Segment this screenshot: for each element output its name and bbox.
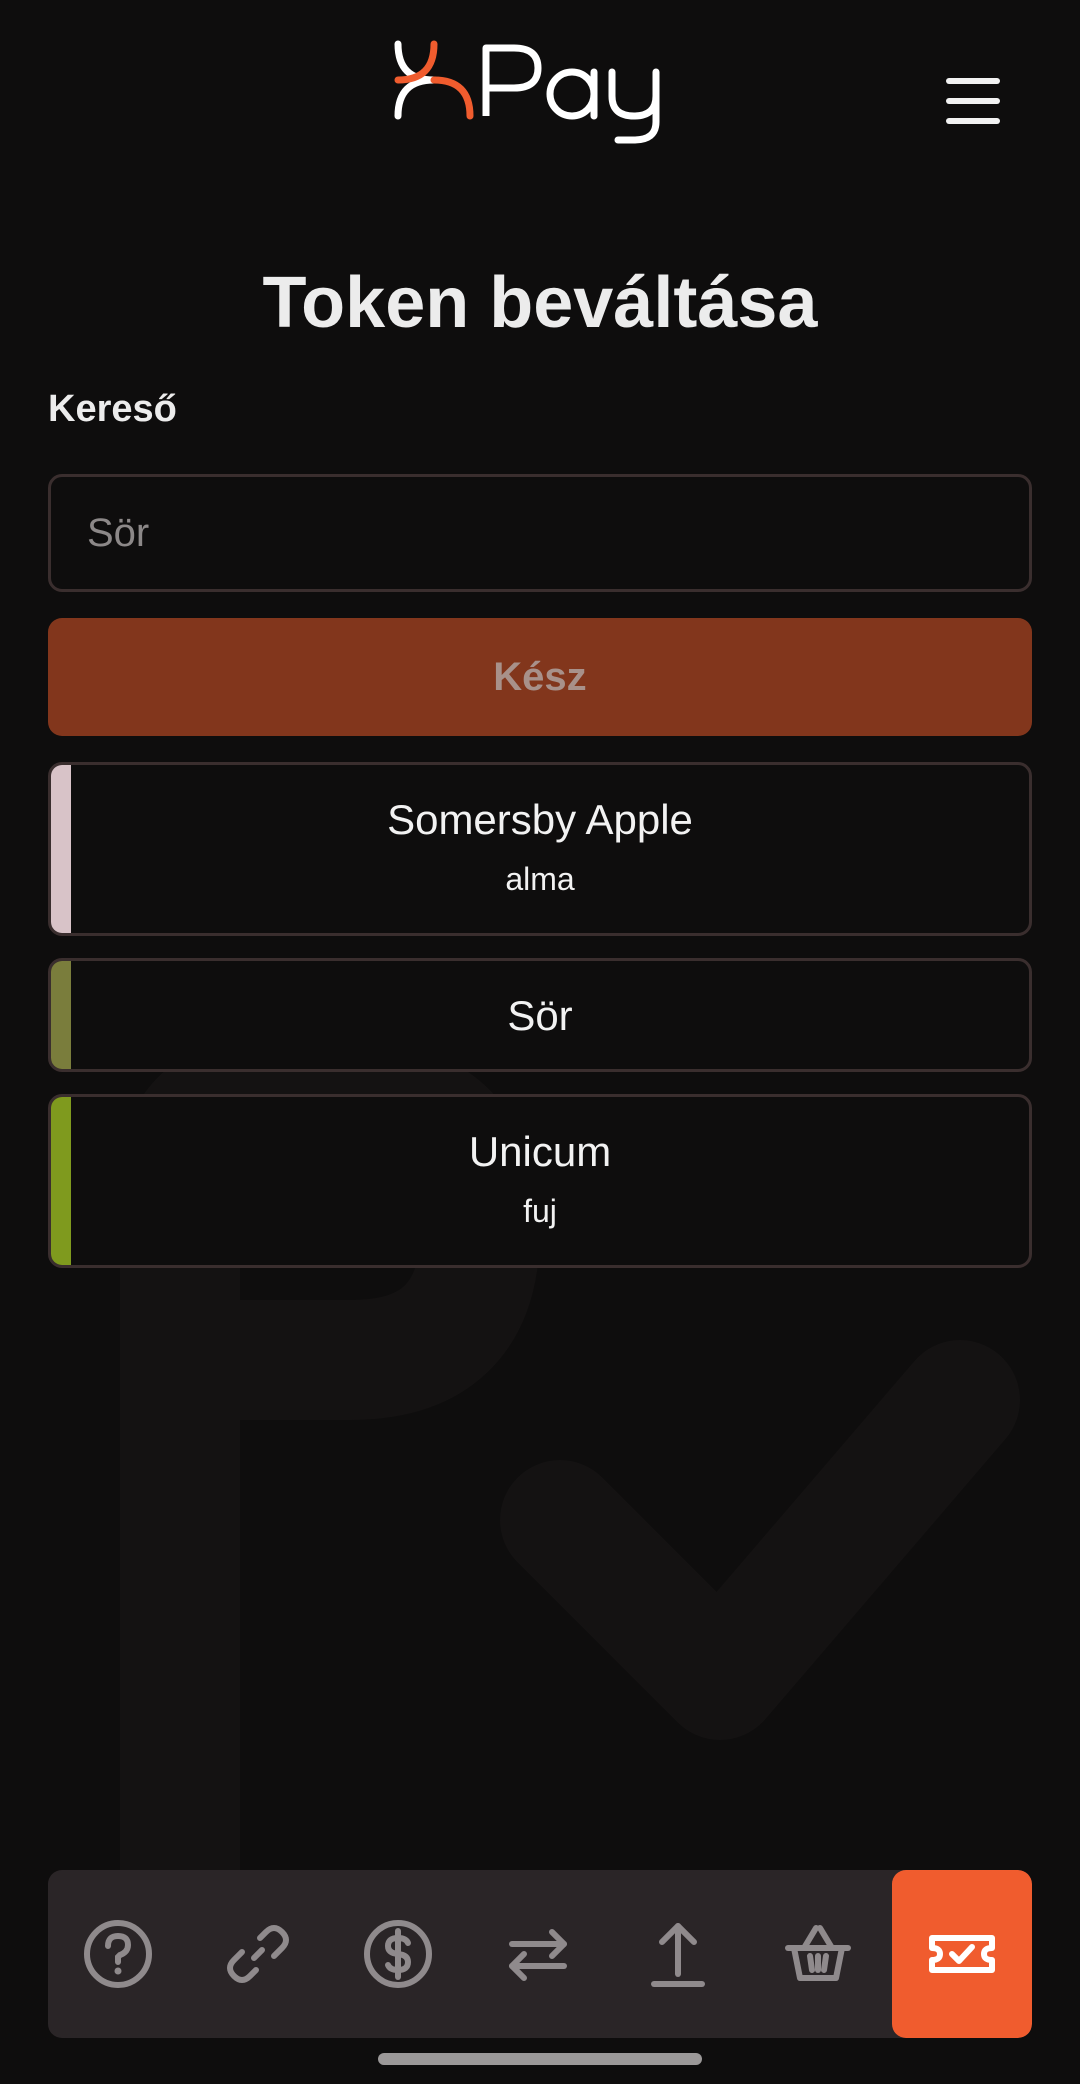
nav-transfer[interactable] <box>468 1870 608 2038</box>
nav-help[interactable] <box>48 1870 188 2038</box>
app-header <box>0 0 1080 160</box>
token-description: fuj <box>523 1193 557 1229</box>
krpay-logo[interactable] <box>390 36 690 146</box>
token-list: Somersby Apple alma Sör Unicum fuj <box>48 762 1032 1290</box>
token-card-unicum[interactable]: Unicum fuj <box>48 1094 1032 1268</box>
menu-line <box>946 98 1000 104</box>
token-description: alma <box>505 861 575 897</box>
upload-icon <box>651 1923 705 1987</box>
nav-upload[interactable] <box>608 1870 748 2038</box>
done-button[interactable]: Kész <box>48 618 1032 736</box>
link-icon <box>227 1925 289 1983</box>
nav-link[interactable] <box>188 1870 328 2038</box>
token-name: Sör <box>507 992 573 1039</box>
home-indicator <box>378 2053 702 2065</box>
menu-line <box>946 118 1000 124</box>
token-name: Unicum <box>468 1128 612 1175</box>
nav-dollar[interactable] <box>328 1870 468 2038</box>
token-card-sor[interactable]: Sör <box>48 958 1032 1072</box>
token-name: Somersby Apple <box>387 796 693 843</box>
token-color-strip <box>51 961 71 1069</box>
bottom-nav <box>48 1870 1032 2038</box>
transfer-icon <box>509 1929 567 1981</box>
search-input[interactable] <box>48 474 1032 592</box>
token-color-strip <box>51 765 71 933</box>
menu-line <box>946 78 1000 84</box>
token-card-somersby-apple[interactable]: Somersby Apple alma <box>48 762 1032 936</box>
nav-redeem-token[interactable] <box>892 1870 1032 2038</box>
ticket-check-icon <box>929 1935 995 1973</box>
help-icon <box>84 1920 152 1988</box>
hamburger-menu-icon[interactable] <box>930 70 1014 132</box>
token-color-strip <box>51 1097 71 1265</box>
logo-graphic <box>394 40 660 144</box>
dollar-icon <box>364 1920 432 1988</box>
nav-basket[interactable] <box>748 1870 888 2038</box>
page-title: Token beváltása <box>262 263 818 343</box>
app-screen: Token beváltása Kereső Kész Somersby App… <box>0 0 1080 2084</box>
search-label: Kereső <box>48 388 177 430</box>
basket-icon <box>785 1925 851 1981</box>
